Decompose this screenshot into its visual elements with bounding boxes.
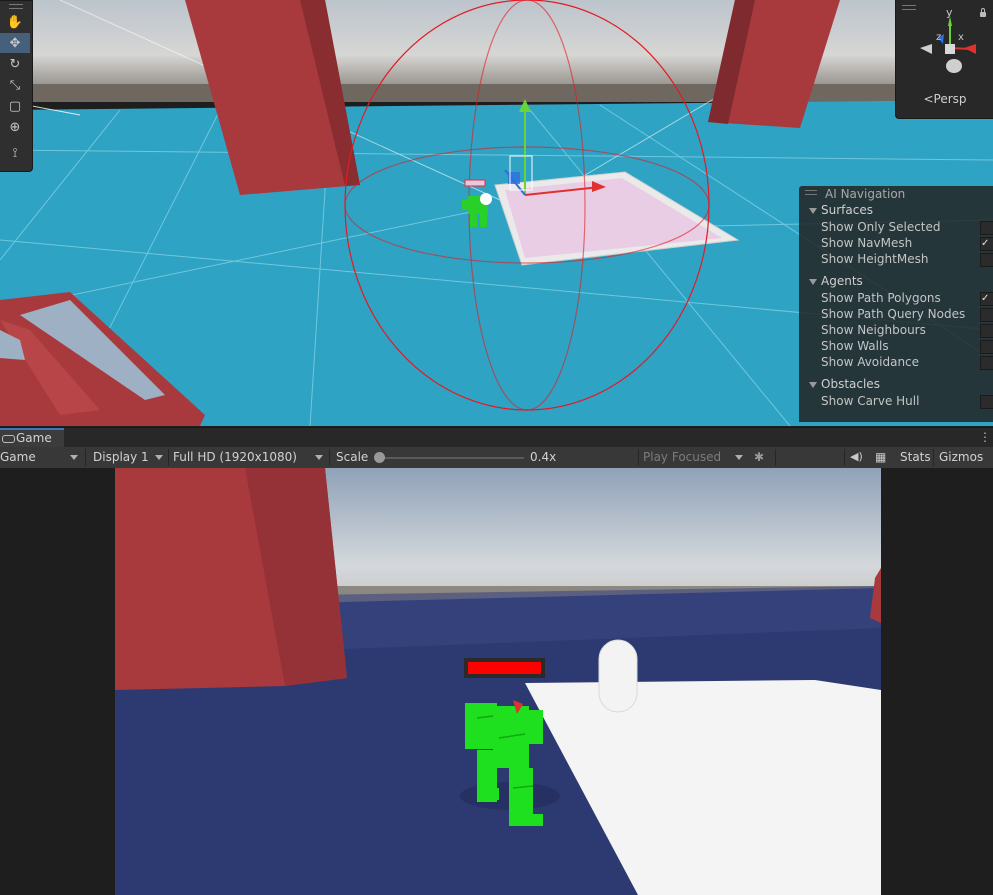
section-obstacles-label: Obstacles	[821, 377, 880, 391]
toggle-label: Show Only Selected	[821, 220, 941, 234]
toggle-show-only-selected[interactable]: Show Only Selected	[799, 219, 993, 235]
play-mode-value: Play Focused	[643, 450, 722, 464]
game-viewport[interactable]	[115, 468, 881, 895]
unity-editor: ✋ ✥ ↻ ⤡ ▢ ⊕ ⟟ y z x <Persp AI Navigation…	[0, 0, 993, 895]
speaker-icon[interactable]: ◀)	[850, 447, 866, 468]
toggle-show-path-query-nodes[interactable]: Show Path Query Nodes	[799, 306, 993, 322]
display-dropdown[interactable]: Display 1	[93, 447, 169, 468]
scale-label: Scale	[336, 450, 369, 464]
checkbox[interactable]	[980, 324, 993, 338]
chevron-down-icon	[809, 381, 817, 388]
custom-tool-button[interactable]: ⟟	[0, 143, 30, 163]
toggle-label: Show Neighbours	[821, 323, 926, 337]
checkbox-checked[interactable]: ✓	[980, 237, 993, 251]
section-surfaces[interactable]: Surfaces	[799, 202, 993, 219]
toggle-show-path-polygons[interactable]: Show Path Polygons ✓	[799, 290, 993, 306]
checkbox[interactable]	[980, 340, 993, 354]
resolution-value: Full HD (1920x1080)	[173, 450, 297, 464]
toggle-show-heightmesh[interactable]: Show HeightMesh	[799, 251, 993, 267]
checkbox[interactable]	[980, 253, 993, 267]
bug-icon[interactable]: ✱	[754, 447, 770, 468]
scale-value: 0.4x	[530, 450, 557, 464]
transform-tool-button[interactable]: ⊕	[0, 117, 30, 137]
section-agents-label: Agents	[821, 274, 863, 288]
grid-icon[interactable]: ▦	[875, 447, 891, 468]
projection-toggle[interactable]: <Persp	[896, 92, 993, 106]
scene-view[interactable]: ✋ ✥ ↻ ⤡ ▢ ⊕ ⟟ y z x <Persp AI Navigation…	[0, 0, 993, 426]
view-mode-value: Game	[0, 450, 36, 464]
ai-navigation-title[interactable]: AI Navigation	[799, 186, 993, 202]
gizmos-button[interactable]: Gizmos	[939, 447, 983, 468]
toggle-label: Show Path Polygons	[821, 291, 941, 305]
section-surfaces-label: Surfaces	[821, 203, 873, 217]
checkbox[interactable]	[980, 356, 993, 370]
toggle-show-avoidance[interactable]: Show Avoidance	[799, 354, 993, 370]
game-view[interactable]	[0, 468, 993, 895]
section-agents[interactable]: Agents	[799, 273, 993, 290]
hand-tool-button[interactable]: ✋	[0, 12, 30, 32]
resolution-dropdown[interactable]: Full HD (1920x1080)	[173, 447, 329, 468]
play-mode-dropdown[interactable]: Play Focused	[643, 447, 749, 468]
move-tool-button[interactable]: ✥	[0, 33, 30, 53]
chevron-down-icon	[809, 278, 817, 285]
rotate-tool-button[interactable]: ↻	[0, 54, 30, 74]
axis-y-label: y	[946, 6, 953, 19]
scale-tool-button[interactable]: ⤡	[0, 75, 30, 95]
toggle-label: Show Carve Hull	[821, 394, 920, 408]
toggle-show-carve-hull[interactable]: Show Carve Hull	[799, 393, 993, 409]
toggle-show-neighbours[interactable]: Show Neighbours	[799, 322, 993, 338]
chevron-down-icon	[809, 207, 817, 214]
toolbar-grip[interactable]	[0, 1, 32, 11]
checkbox-checked[interactable]: ✓	[980, 292, 993, 306]
tab-game[interactable]: Game	[0, 428, 64, 448]
gamepad-icon	[2, 435, 15, 443]
toggle-show-navmesh[interactable]: Show NavMesh ✓	[799, 235, 993, 251]
game-capsule	[598, 639, 638, 713]
axis-x-label: x	[958, 32, 964, 43]
game-tab-bar: Game ⋮	[0, 427, 993, 448]
scale-slider-track[interactable]	[380, 457, 524, 459]
tab-game-label: Game	[16, 431, 52, 445]
toggle-label: Show HeightMesh	[821, 252, 929, 266]
display-value: Display 1	[93, 450, 149, 464]
scale-slider-handle[interactable]	[374, 452, 385, 463]
toggle-label: Show Avoidance	[821, 355, 920, 369]
stats-button[interactable]: Stats	[900, 447, 931, 468]
checkbox[interactable]	[980, 221, 993, 235]
health-bar-fill	[468, 662, 541, 674]
view-mode-dropdown[interactable]: Game	[0, 447, 84, 468]
scene-tool-palette: ✋ ✥ ↻ ⤡ ▢ ⊕ ⟟	[0, 0, 33, 172]
toggle-label: Show Walls	[821, 339, 889, 353]
checkbox[interactable]	[980, 395, 993, 409]
axis-gizmo-icon[interactable]: y z x	[896, 0, 993, 90]
orientation-gizmo[interactable]: y z x <Persp	[895, 0, 993, 119]
toggle-label: Show Path Query Nodes	[821, 307, 966, 321]
toggle-label: Show NavMesh	[821, 236, 913, 250]
toggle-show-walls[interactable]: Show Walls	[799, 338, 993, 354]
projection-label: Persp	[933, 92, 967, 106]
section-obstacles[interactable]: Obstacles	[799, 376, 993, 393]
ai-navigation-overlay: AI Navigation Surfaces Show Only Selecte…	[799, 186, 993, 422]
checkbox[interactable]	[980, 308, 993, 322]
rect-tool-button[interactable]: ▢	[0, 96, 30, 116]
axis-z-label: z	[936, 32, 941, 43]
game-toolbar: Game Display 1 Full HD (1920x1080) Scale…	[0, 447, 993, 469]
more-options-icon[interactable]: ⋮	[979, 430, 991, 444]
